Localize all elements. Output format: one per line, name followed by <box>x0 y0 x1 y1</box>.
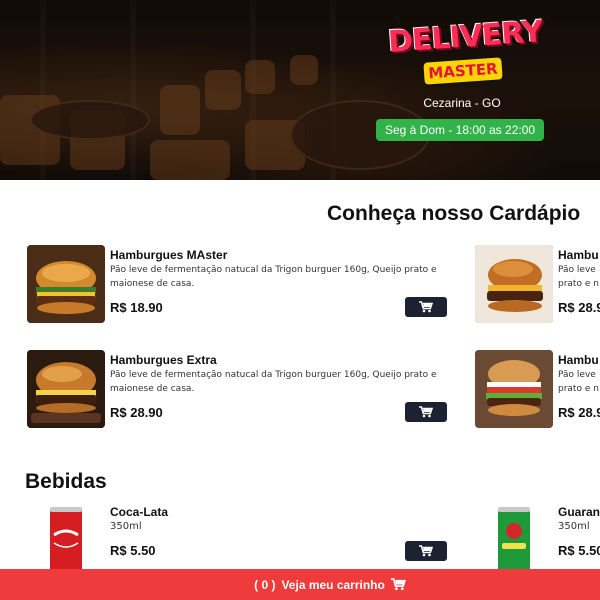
add-to-cart-button[interactable] <box>405 402 447 422</box>
view-cart-label: Veja meu carrinho <box>281 577 385 592</box>
item-price: R$ 28.9 <box>558 300 600 315</box>
menu-title: Conheça nosso Cardápio <box>327 202 581 225</box>
item-description: Pão leve de fermentação natucal da Trigo… <box>110 265 437 289</box>
opening-hours-badge: Seg à Dom - 18:00 as 22:00 <box>376 119 544 141</box>
menu-item[interactable]: Hamburgues MAster Pão leve de fermentaçã… <box>27 245 452 325</box>
city-label: Cezarina - GO <box>423 96 501 110</box>
menu-item[interactable]: Hambu Pão leve prato e n R$ 28.9 <box>475 245 600 325</box>
item-price: R$ 28.9 <box>558 405 600 420</box>
drink-name: Coca-Lata <box>110 505 169 519</box>
item-description: Pão leve de fermentação natucal da Trigo… <box>110 370 437 394</box>
cart-icon <box>419 301 433 313</box>
coca-can-image <box>27 505 105 575</box>
burger-image <box>27 350 105 428</box>
item-description: Pão leve prato e n <box>558 370 599 394</box>
item-name: Hambu <box>558 353 599 367</box>
item-price: R$ 28.90 <box>110 405 163 420</box>
drink-name: Guaran <box>558 505 600 519</box>
guarana-can-image <box>475 505 553 569</box>
cart-count: ( 0 ) <box>254 577 276 592</box>
drinks-title: Bebidas <box>25 470 107 493</box>
hero-banner: DELIVERY MASTER Cezarina - GO Seg à Dom … <box>0 0 600 180</box>
burger-image <box>27 245 105 323</box>
cart-icon <box>419 406 433 418</box>
cart-icon <box>390 578 406 591</box>
menu-item[interactable]: Hamburgues Extra Pão leve de fermentação… <box>27 350 452 430</box>
item-name: Hamburgues Extra <box>110 353 217 367</box>
drink-size: 350ml <box>558 521 590 532</box>
add-to-cart-button[interactable] <box>405 297 447 317</box>
burger-image <box>475 350 553 428</box>
cart-icon <box>419 545 433 557</box>
brand-logo: DELIVERY MASTER <box>384 13 544 88</box>
item-price: R$ 18.90 <box>110 300 163 315</box>
item-name: Hambu <box>558 248 599 262</box>
drink-item[interactable]: Coca-Lata 350ml R$ 5.50 <box>27 505 452 569</box>
burger-image <box>475 245 553 323</box>
item-name: Hamburgues MAster <box>110 248 228 262</box>
drink-item[interactable]: Guaran 350ml R$ 5.50 <box>475 505 600 569</box>
item-description: Pão leve prato e n <box>558 265 599 289</box>
logo-word-delivery: DELIVERY <box>386 14 544 61</box>
add-to-cart-button[interactable] <box>405 541 447 561</box>
view-cart-bar[interactable]: ( 0 ) Veja meu carrinho <box>0 569 600 600</box>
logo-word-master: MASTER <box>421 55 505 87</box>
menu-item[interactable]: Hambu Pão leve prato e n R$ 28.9 <box>475 350 600 430</box>
drink-price: R$ 5.50 <box>110 543 156 558</box>
drink-size: 350ml <box>110 521 142 532</box>
drink-price: R$ 5.50 <box>558 543 600 558</box>
